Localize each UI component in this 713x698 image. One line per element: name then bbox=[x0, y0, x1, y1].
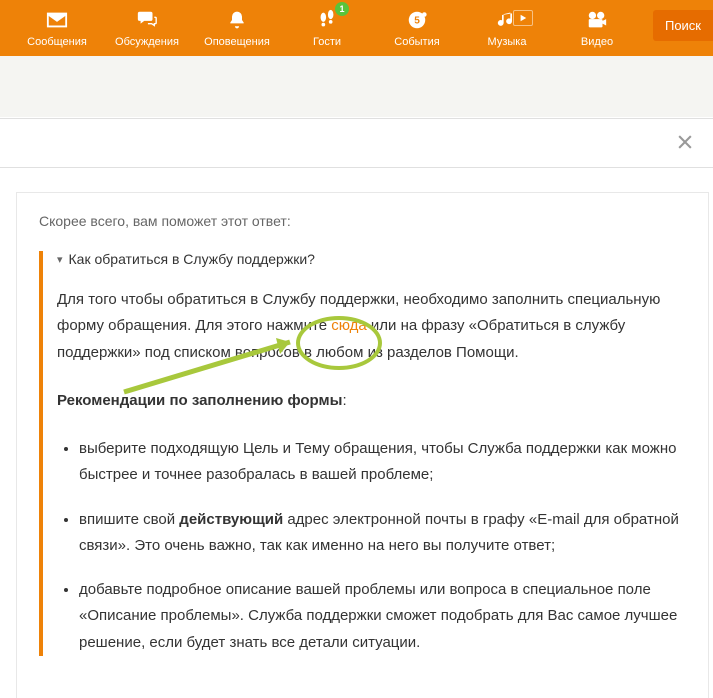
nav-music[interactable]: Музыка bbox=[462, 8, 552, 48]
envelope-icon bbox=[45, 8, 69, 32]
faq-question-text: Как обратиться в Службу поддержки? bbox=[69, 251, 315, 267]
nav-label: Оповещения bbox=[204, 36, 270, 48]
badge-count: 1 bbox=[335, 2, 349, 16]
close-icon[interactable] bbox=[675, 132, 695, 155]
recommendations-list: выберите подходящую Цель и Тему обращени… bbox=[57, 436, 684, 656]
list-item: выберите подходящую Цель и Тему обращени… bbox=[79, 436, 684, 489]
nav-notifications[interactable]: Оповещения bbox=[192, 8, 282, 48]
search-bar[interactable] bbox=[0, 118, 713, 168]
search-button[interactable]: Поиск bbox=[653, 10, 713, 41]
svg-text:5: 5 bbox=[414, 16, 420, 27]
recommendations-heading: Рекомендации по заполнению формы: bbox=[57, 388, 684, 414]
content-area: Скорее всего, вам поможет этот ответ: Ка… bbox=[0, 168, 713, 698]
list-item: добавьте подробное описание вашей пробле… bbox=[79, 577, 684, 656]
here-link[interactable]: сюда bbox=[331, 317, 367, 334]
nav-discussions[interactable]: Обсуждения bbox=[102, 8, 192, 48]
nav-events[interactable]: 5 События bbox=[372, 8, 462, 48]
events-five-icon: 5 bbox=[405, 8, 429, 32]
nav-video[interactable]: Видео bbox=[552, 8, 642, 48]
nav-items: Сообщения Обсуждения Оповещения 1 Гости … bbox=[12, 8, 701, 48]
play-emblem bbox=[513, 10, 533, 26]
faq-question[interactable]: Как обратиться в Службу поддержки? bbox=[57, 251, 684, 267]
faq-answer: Для того чтобы обратиться в Службу подде… bbox=[57, 287, 684, 656]
music-note-icon bbox=[495, 8, 519, 32]
faq-paragraph-1: Для того чтобы обратиться в Службу подде… bbox=[57, 287, 684, 366]
nav-guests[interactable]: 1 Гости bbox=[282, 8, 372, 48]
header-spacer bbox=[0, 56, 713, 118]
top-nav-bar: Сообщения Обсуждения Оповещения 1 Гости … bbox=[0, 0, 713, 56]
faq-block: Как обратиться в Службу поддержки? Для т… bbox=[39, 251, 684, 656]
answer-card: Скорее всего, вам поможет этот ответ: Ка… bbox=[16, 192, 709, 698]
list-item: впишите свой действующий адрес электронн… bbox=[79, 507, 684, 560]
nav-label: Музыка bbox=[488, 36, 527, 48]
nav-label: Обсуждения bbox=[115, 36, 179, 48]
video-camera-icon bbox=[585, 8, 609, 32]
nav-label: Сообщения bbox=[27, 36, 87, 48]
bell-icon bbox=[225, 8, 249, 32]
nav-label: Видео bbox=[581, 36, 613, 48]
prompt-text: Скорее всего, вам поможет этот ответ: bbox=[39, 213, 684, 229]
chat-bubbles-icon bbox=[135, 8, 159, 32]
nav-messages[interactable]: Сообщения bbox=[12, 8, 102, 48]
footprints-icon: 1 bbox=[315, 8, 339, 32]
nav-label: Гости bbox=[313, 36, 341, 48]
nav-label: События bbox=[394, 36, 439, 48]
